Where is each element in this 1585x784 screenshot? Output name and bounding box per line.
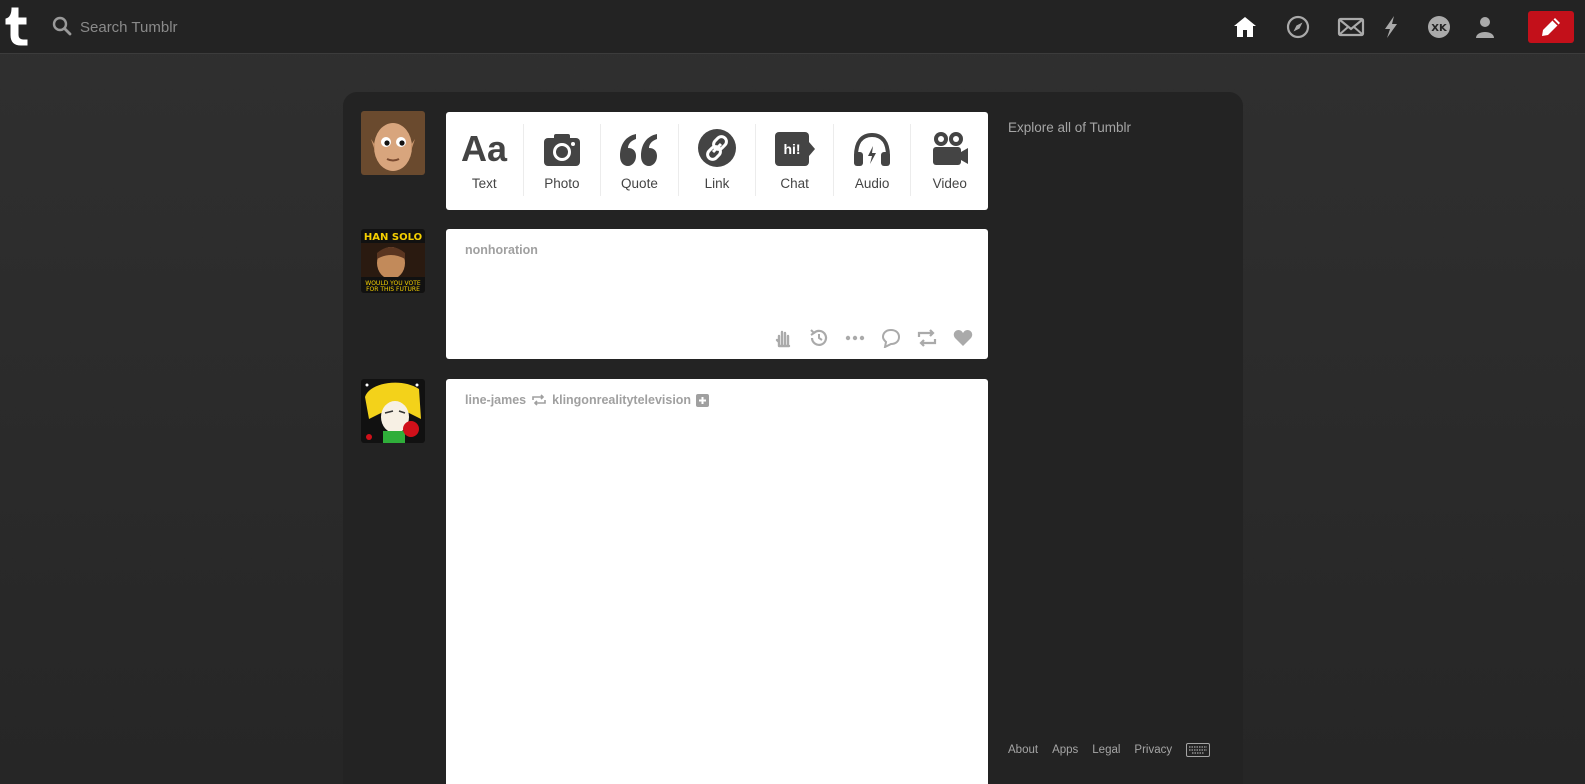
home-icon[interactable] [1232, 14, 1258, 40]
post-type-label: Quote [621, 176, 658, 191]
post-type-label: Photo [544, 176, 580, 191]
post-card: nonhoration [446, 229, 988, 359]
lightning-icon[interactable] [1378, 14, 1404, 40]
reblog-icon[interactable] [916, 327, 938, 349]
chat-hi-icon: hi! [774, 132, 815, 166]
footer-links: About Apps Legal Privacy [1008, 743, 1211, 757]
svg-text:FOR THIS FUTURE: FOR THIS FUTURE [366, 286, 420, 293]
search-input[interactable] [80, 14, 480, 40]
post-type-quote[interactable]: Quote [601, 124, 679, 196]
camera-icon [543, 134, 580, 166]
footer-privacy-link[interactable]: Privacy [1134, 744, 1172, 756]
explore-link[interactable]: Explore all of Tumblr [1008, 120, 1131, 135]
footer-apps-link[interactable]: Apps [1052, 744, 1078, 756]
history-icon[interactable] [808, 327, 830, 349]
post-avatar[interactable] [361, 379, 425, 443]
quote-icon [620, 134, 658, 166]
post-avatar[interactable]: HAN SOLO WOULD YOU VOTE FOR THIS FUTURE [361, 229, 425, 293]
post-type-chat[interactable]: hi! Chat [756, 124, 834, 196]
more-options-icon[interactable] [844, 327, 866, 349]
post-type-photo[interactable]: Photo [524, 124, 602, 196]
svg-text:Aa: Aa [461, 128, 508, 168]
xkit-icon[interactable]: XK [1426, 14, 1452, 40]
compass-icon[interactable] [1285, 14, 1311, 40]
post-type-text[interactable]: Aa Text [446, 124, 524, 196]
post-type-label: Text [471, 176, 497, 191]
post-author-link[interactable]: nonhoration [465, 243, 538, 257]
post-type-label: Video [932, 176, 967, 191]
footer-legal-link[interactable]: Legal [1092, 744, 1120, 756]
footer-about-link[interactable]: About [1008, 744, 1038, 756]
post-header: line-james klingonrealitytelevision [465, 393, 710, 407]
post-header: nonhoration [465, 243, 538, 257]
reblogged-from-link[interactable]: klingonrealitytelevision [552, 393, 691, 407]
top-navigation-bar: XK [0, 0, 1585, 54]
follow-plus-icon[interactable] [696, 393, 710, 407]
post-type-label: Audio [854, 176, 890, 191]
compose-button[interactable] [1528, 11, 1574, 43]
link-icon [698, 129, 737, 167]
svg-text:hi!: hi! [783, 141, 800, 157]
person-icon[interactable] [1472, 14, 1498, 40]
post-type-video[interactable]: Video [911, 124, 988, 196]
post-author-link[interactable]: line-james [465, 393, 526, 407]
headphones-icon [854, 132, 891, 166]
hand-icon[interactable] [772, 327, 794, 349]
svg-text:XK: XK [1431, 23, 1448, 34]
post-type-link[interactable]: Link [679, 124, 757, 196]
svg-text:HAN SOLO: HAN SOLO [364, 232, 422, 243]
post-actions [772, 327, 974, 349]
pencil-icon [1542, 18, 1560, 36]
post-type-audio[interactable]: Audio [834, 124, 912, 196]
keyboard-shortcuts-icon[interactable] [1186, 743, 1211, 757]
post-type-label: Link [704, 176, 730, 191]
post-type-selector: Aa Text Photo Quote Link hi! Chat Audio … [446, 112, 988, 210]
like-heart-icon[interactable] [952, 327, 974, 349]
text-aa-icon: Aa [461, 128, 508, 168]
envelope-icon[interactable] [1337, 14, 1365, 40]
post-card: line-james klingonrealitytelevision [446, 379, 988, 784]
video-camera-icon [932, 132, 968, 165]
tumblr-logo-icon[interactable] [2, 6, 32, 46]
post-type-label: Chat [780, 176, 809, 191]
dashboard-container: Aa Text Photo Quote Link hi! Chat Audio … [343, 92, 1243, 784]
reblog-small-icon [532, 394, 546, 406]
reply-icon[interactable] [880, 327, 902, 349]
user-avatar[interactable] [361, 111, 425, 175]
search-icon [52, 16, 72, 36]
